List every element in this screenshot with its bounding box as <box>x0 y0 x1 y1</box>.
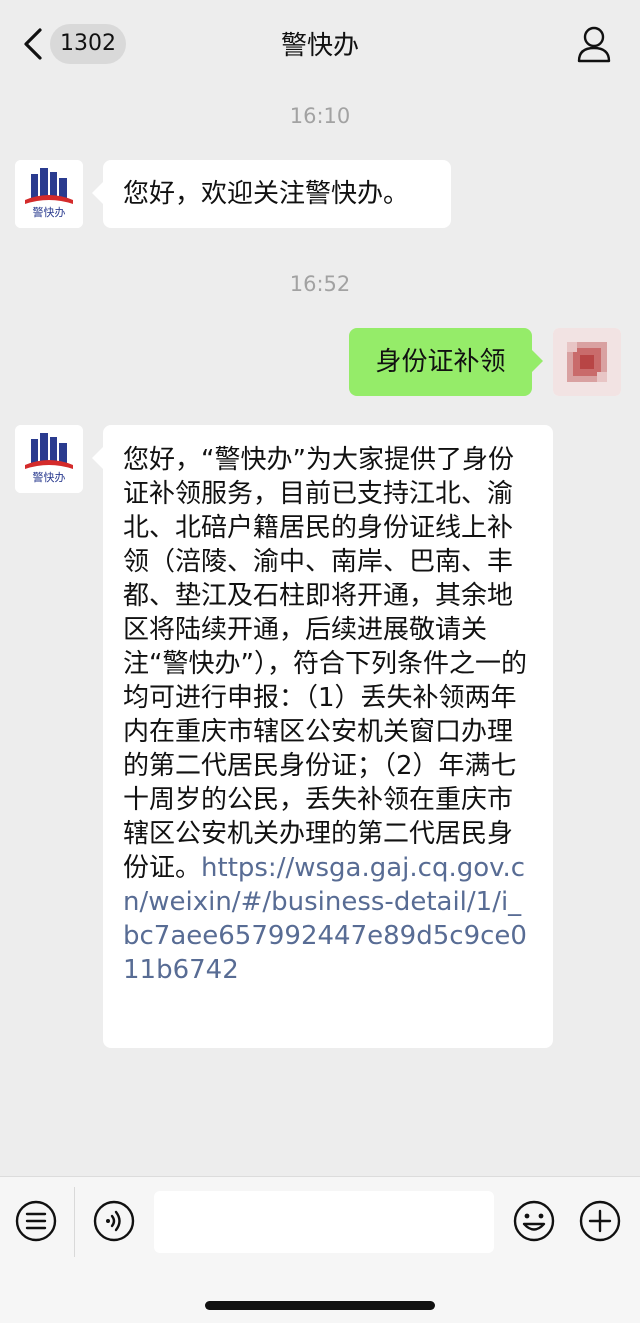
my-avatar[interactable] <box>553 328 621 396</box>
timestamp: 16:10 <box>289 104 351 128</box>
home-indicator[interactable] <box>205 1301 435 1310</box>
chat-header: 1302 警快办 <box>0 0 640 90</box>
message-text: 身份证补领 <box>375 347 506 377</box>
message-input[interactable] <box>154 1191 494 1253</box>
emoji-icon[interactable] <box>512 1199 556 1243</box>
incoming-message[interactable]: 您好，欢迎关注警快办。 <box>92 160 451 228</box>
message-text: 您好，欢迎关注警快办。 <box>123 179 410 209</box>
svg-text:警快办: 警快办 <box>33 205 66 219</box>
police-logo-icon: 警快办 <box>15 425 83 493</box>
person-icon[interactable] <box>576 24 612 64</box>
outgoing-message[interactable]: 身份证补领 <box>349 328 543 396</box>
message-body: 您好，“警快办”为大家提供了身份证补领服务，目前已支持江北、渝北、北碚户籍居民的… <box>103 425 553 1005</box>
timestamp: 16:52 <box>289 272 351 296</box>
official-account-avatar[interactable]: 警快办 <box>15 425 83 493</box>
svg-text:警快办: 警快办 <box>33 470 66 484</box>
user-avatar-icon <box>553 328 621 396</box>
official-account-avatar[interactable]: 警快办 <box>15 160 83 228</box>
menu-list-icon[interactable] <box>14 1199 58 1243</box>
incoming-message[interactable]: 您好，“警快办”为大家提供了身份证补领服务，目前已支持江北、渝北、北碚户籍居民的… <box>92 425 553 1048</box>
message-text: 您好，“警快办”为大家提供了身份证补领服务，目前已支持江北、渝北、北碚户籍居民的… <box>123 445 527 883</box>
police-logo-icon: 警快办 <box>15 160 83 228</box>
chat-title: 警快办 <box>280 31 359 61</box>
voice-icon[interactable] <box>92 1199 136 1243</box>
plus-icon[interactable] <box>578 1199 622 1243</box>
divider <box>74 1187 75 1257</box>
